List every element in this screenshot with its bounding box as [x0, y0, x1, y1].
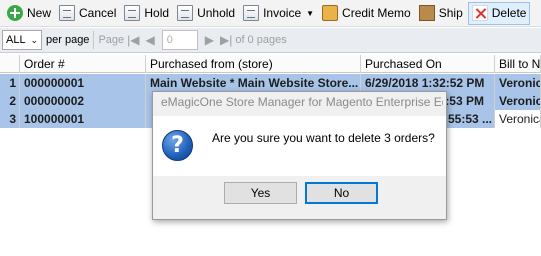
last-page-icon[interactable]: ▶| — [220, 33, 232, 47]
question-icon: ? — [162, 130, 193, 161]
hold-label: Hold — [144, 6, 170, 20]
order-number: 100000001 — [20, 110, 146, 128]
unhold-icon — [177, 5, 194, 21]
row-number: 2 — [0, 92, 20, 110]
page-size-select[interactable]: ALL ⌄ — [2, 30, 42, 50]
order-number: 000000001 — [20, 74, 146, 92]
invoice-button[interactable]: Invoice ▼ — [240, 2, 317, 25]
divider — [93, 31, 95, 49]
delete-label: Delete — [491, 6, 527, 20]
store-name: Main Website * Main Website Store... — [146, 74, 361, 92]
bill-to-name: Veronic — [495, 74, 541, 92]
unhold-label: Unhold — [197, 6, 236, 20]
order-number: 000000002 — [20, 92, 146, 110]
invoice-label: Invoice — [263, 6, 302, 20]
prev-page-icon[interactable]: ◀ — [146, 33, 155, 47]
dialog-title: eMagicOne Store Manager for Magento Ente… — [161, 95, 443, 109]
new-button[interactable]: New — [4, 2, 54, 25]
row-number: 1 — [0, 74, 20, 92]
per-page-label: per page — [46, 34, 90, 46]
add-icon — [7, 5, 23, 21]
first-page-icon[interactable]: |◀ — [127, 33, 139, 47]
page-count: of 0 pages — [235, 34, 287, 46]
row-number: 3 — [0, 110, 20, 128]
delete-icon — [471, 5, 488, 21]
bill-to-name: Veronica — [495, 110, 541, 128]
hold-button[interactable]: Hold — [121, 2, 172, 25]
new-label: New — [27, 6, 52, 20]
next-page-icon[interactable]: ▶ — [205, 33, 214, 47]
ship-button[interactable]: Ship — [416, 2, 466, 25]
column-header-purchased-on[interactable]: Purchased On — [361, 55, 495, 73]
yes-button[interactable]: Yes — [224, 182, 297, 204]
column-header-order[interactable]: Order # — [20, 55, 146, 73]
column-header — [0, 55, 20, 73]
invoice-icon — [243, 5, 260, 21]
chevron-down-icon: ▼ — [306, 8, 315, 18]
page-size-value: ALL — [6, 34, 26, 46]
ship-label: Ship — [438, 6, 463, 20]
table-row[interactable]: 1 000000001 Main Website * Main Website … — [0, 74, 541, 92]
pager-bar: ALL ⌄ per page Page |◀ ◀ 0 ▶ ▶| of 0 pag… — [0, 28, 541, 53]
credit-memo-label: Credit Memo — [342, 6, 411, 20]
delete-button[interactable]: Delete — [467, 1, 531, 25]
cancel-order-icon — [59, 5, 76, 21]
dialog-message: Are you sure you want to delete 3 orders… — [212, 131, 435, 145]
ship-icon — [418, 5, 435, 21]
credit-memo-button[interactable]: Credit Memo — [319, 2, 414, 25]
dialog-body: ? Are you sure you want to delete 3 orde… — [153, 116, 446, 176]
column-header-store[interactable]: Purchased from (store) — [146, 55, 361, 73]
column-header-bill-to[interactable]: Bill to Nan — [495, 55, 541, 73]
unhold-button[interactable]: Unhold — [174, 2, 238, 25]
page-label: Page — [98, 34, 125, 46]
no-button[interactable]: No — [305, 182, 378, 204]
credit-memo-icon — [322, 5, 339, 21]
chevron-down-icon: ⌄ — [30, 34, 38, 45]
hold-icon — [124, 5, 141, 21]
page-number-input[interactable]: 0 — [161, 30, 198, 50]
purchase-date: 6/29/2018 1:32:52 PM — [361, 74, 495, 92]
cancel-label: Cancel — [79, 6, 117, 20]
bill-to-name: Veronic — [495, 92, 541, 110]
cancel-button[interactable]: Cancel — [56, 2, 119, 25]
confirm-delete-dialog: eMagicOne Store Manager for Magento Ente… — [152, 91, 447, 220]
toolbar: New Cancel Hold Unhold Invoice ▼ Credit … — [0, 0, 541, 27]
grid-header: Order # Purchased from (store) Purchased… — [0, 55, 541, 73]
